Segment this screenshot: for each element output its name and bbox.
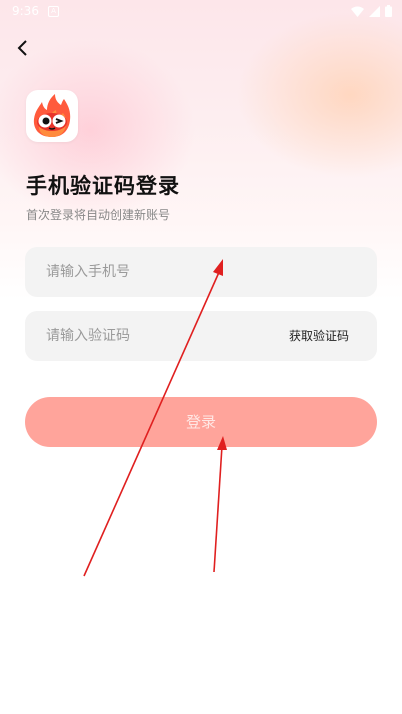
annotation-arrowhead-login xyxy=(217,436,227,450)
annotation-arrow-to-phone-input xyxy=(83,269,221,577)
annotation-arrow-to-login-button xyxy=(213,445,223,573)
annotation-arrowhead-phone xyxy=(213,259,223,276)
annotation-arrows xyxy=(83,259,227,577)
